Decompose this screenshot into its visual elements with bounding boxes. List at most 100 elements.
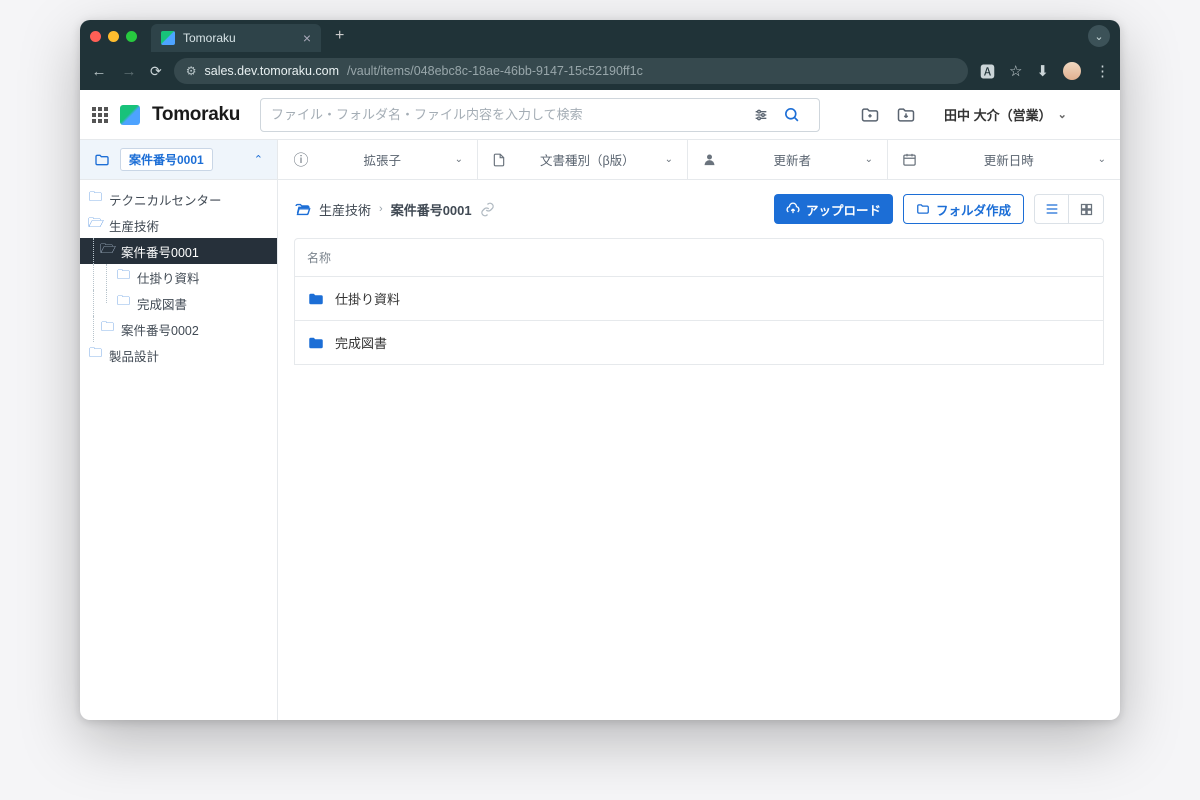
- grid-view-icon[interactable]: [1069, 195, 1103, 223]
- chevron-down-icon: ⌄: [1058, 108, 1067, 121]
- new-folder-button[interactable]: フォルダ作成: [903, 194, 1024, 224]
- folder-open-icon: 🗁: [100, 240, 115, 262]
- document-icon: [492, 152, 510, 168]
- tree-label: 生産技術: [109, 216, 159, 235]
- reload-icon[interactable]: ⟳: [150, 63, 162, 80]
- person-icon: [702, 152, 720, 167]
- breadcrumb-parent[interactable]: 生産技術: [319, 200, 371, 219]
- tab-close-icon[interactable]: ×: [303, 30, 311, 46]
- profile-avatar-icon[interactable]: [1063, 62, 1081, 80]
- filter-updated-at[interactable]: 更新日時 ⌄: [888, 140, 1120, 179]
- maximize-window-icon[interactable]: [126, 31, 137, 42]
- chevron-down-icon: ⌄: [665, 154, 673, 165]
- view-toggle: [1034, 194, 1104, 224]
- tree-item-active[interactable]: 🗁 案件番号0001: [80, 238, 277, 264]
- tree-item[interactable]: 🗀 仕掛り資料: [80, 264, 277, 290]
- tree-label: 製品設計: [109, 346, 159, 365]
- filter-updater-label: 更新者: [730, 150, 855, 169]
- tree-item[interactable]: 🗀 製品設計: [80, 342, 277, 368]
- filter-doc-type[interactable]: 文書種別（β版） ⌄: [478, 140, 688, 179]
- browser-window: Tomoraku × + ⌄ ← → ⟳ ⚙ sales.dev.tomorak…: [80, 20, 1120, 720]
- user-label: 田中 大介（営業）: [944, 105, 1052, 124]
- browser-tab[interactable]: Tomoraku ×: [151, 24, 321, 52]
- tab-favicon-icon: [161, 31, 175, 45]
- breadcrumb: 生産技術 › 案件番号0001: [294, 200, 495, 219]
- tab-title: Tomoraku: [183, 31, 295, 45]
- brand-name: Tomoraku: [152, 104, 240, 126]
- search-field[interactable]: [260, 98, 820, 132]
- filter-bar: 案件番号0001 ⌃ ⓘ 拡張子 ⌄ 文書種別（β版） ⌄ 更新者 ⌄ 更: [80, 140, 1120, 180]
- search-icon[interactable]: [783, 106, 813, 123]
- tree-item[interactable]: 🗁 生産技術: [80, 212, 277, 238]
- kebab-menu-icon[interactable]: ⋮: [1095, 62, 1110, 80]
- filter-extension-label: 拡張子: [320, 150, 445, 169]
- filter-updater[interactable]: 更新者 ⌄: [688, 140, 888, 179]
- filter-doc-type-label: 文書種別（β版）: [520, 150, 655, 169]
- new-tab-button[interactable]: +: [335, 27, 344, 45]
- folder-icon: [94, 152, 112, 168]
- chevron-down-icon: ⌄: [455, 154, 463, 165]
- search-input[interactable]: [271, 107, 753, 122]
- tree-item[interactable]: 🗀 完成図書: [80, 290, 277, 316]
- url-host: sales.dev.tomoraku.com: [205, 64, 340, 78]
- folder-icon: [307, 334, 325, 352]
- toolbar: 生産技術 › 案件番号0001 アップロード フォルダ作成: [278, 194, 1120, 238]
- filter-folder-selector[interactable]: 案件番号0001 ⌃: [80, 140, 278, 179]
- app-header: Tomoraku 田中 大介（営業） ⌄: [80, 90, 1120, 140]
- chevron-up-icon: ⌃: [254, 153, 263, 166]
- list-header: 名称: [294, 238, 1104, 277]
- breadcrumb-separator-icon: ›: [379, 203, 383, 215]
- titlebar: Tomoraku × + ⌄: [80, 20, 1120, 52]
- apps-launcher-icon[interactable]: [92, 107, 108, 123]
- address-bar[interactable]: ⚙ sales.dev.tomoraku.com/vault/items/048…: [174, 58, 968, 84]
- filter-extension[interactable]: ⓘ 拡張子 ⌄: [278, 140, 478, 179]
- translate-icon[interactable]: 🅰: [980, 61, 995, 82]
- close-window-icon[interactable]: [90, 31, 101, 42]
- tree-item[interactable]: 🗀 案件番号0002: [80, 316, 277, 342]
- traffic-lights: [90, 31, 137, 42]
- folder-icon: 🗀: [88, 344, 103, 366]
- search-filter-icon[interactable]: [753, 107, 783, 123]
- breadcrumb-current: 案件番号0001: [391, 200, 472, 219]
- import-folder-icon[interactable]: [896, 105, 920, 125]
- folder-open-icon: 🗁: [88, 214, 103, 236]
- list-item-name: 完成図書: [335, 333, 387, 352]
- sidebar-tree: 🗀 テクニカルセンター 🗁 生産技術 🗁 案件番号0001 🗀 仕掛り資料 🗀 …: [80, 180, 278, 720]
- folder-icon: 🗀: [100, 318, 115, 340]
- tree-label: 案件番号0002: [121, 320, 199, 339]
- info-icon: ⓘ: [292, 149, 310, 170]
- add-folder-icon[interactable]: [860, 105, 884, 125]
- site-settings-icon[interactable]: ⚙: [186, 64, 197, 78]
- list-item[interactable]: 仕掛り資料: [294, 277, 1104, 321]
- chevron-down-icon: ⌄: [1098, 154, 1106, 165]
- file-list: 名称 仕掛り資料 完成図書: [278, 238, 1120, 365]
- new-folder-label: フォルダ作成: [936, 200, 1011, 219]
- folder-icon: 🗀: [116, 292, 131, 314]
- folder-icon: [307, 290, 325, 308]
- list-item-name: 仕掛り資料: [335, 289, 400, 308]
- calendar-icon: [902, 152, 920, 167]
- upload-button[interactable]: アップロード: [774, 194, 893, 224]
- minimize-window-icon[interactable]: [108, 31, 119, 42]
- nav-back-icon[interactable]: ←: [90, 63, 108, 80]
- bookmark-icon[interactable]: ☆: [1009, 62, 1022, 80]
- main-panel: 生産技術 › 案件番号0001 アップロード フォルダ作成: [278, 180, 1120, 720]
- folder-icon: 🗀: [88, 188, 103, 210]
- url-path: /vault/items/048ebc8c-18ae-46bb-9147-15c…: [347, 64, 643, 78]
- tree-label: テクニカルセンター: [109, 190, 222, 209]
- folder-open-icon: [294, 201, 311, 218]
- tree-label: 完成図書: [137, 294, 187, 313]
- urlbar-actions: 🅰 ☆ ⬇ ⋮: [980, 61, 1110, 82]
- list-item[interactable]: 完成図書: [294, 321, 1104, 365]
- user-menu[interactable]: 田中 大介（営業） ⌄: [944, 105, 1067, 124]
- list-view-icon[interactable]: [1035, 195, 1069, 223]
- filter-folder-pill: 案件番号0001: [120, 148, 213, 171]
- brand-mark-icon: [120, 105, 140, 125]
- nav-forward-icon[interactable]: →: [120, 63, 138, 80]
- upload-label: アップロード: [806, 200, 881, 219]
- download-icon[interactable]: ⬇: [1036, 62, 1049, 80]
- tree-item[interactable]: 🗀 テクニカルセンター: [80, 186, 277, 212]
- tabs-dropdown-button[interactable]: ⌄: [1088, 25, 1110, 47]
- folder-icon: 🗀: [116, 266, 131, 288]
- copy-link-icon[interactable]: [480, 202, 495, 217]
